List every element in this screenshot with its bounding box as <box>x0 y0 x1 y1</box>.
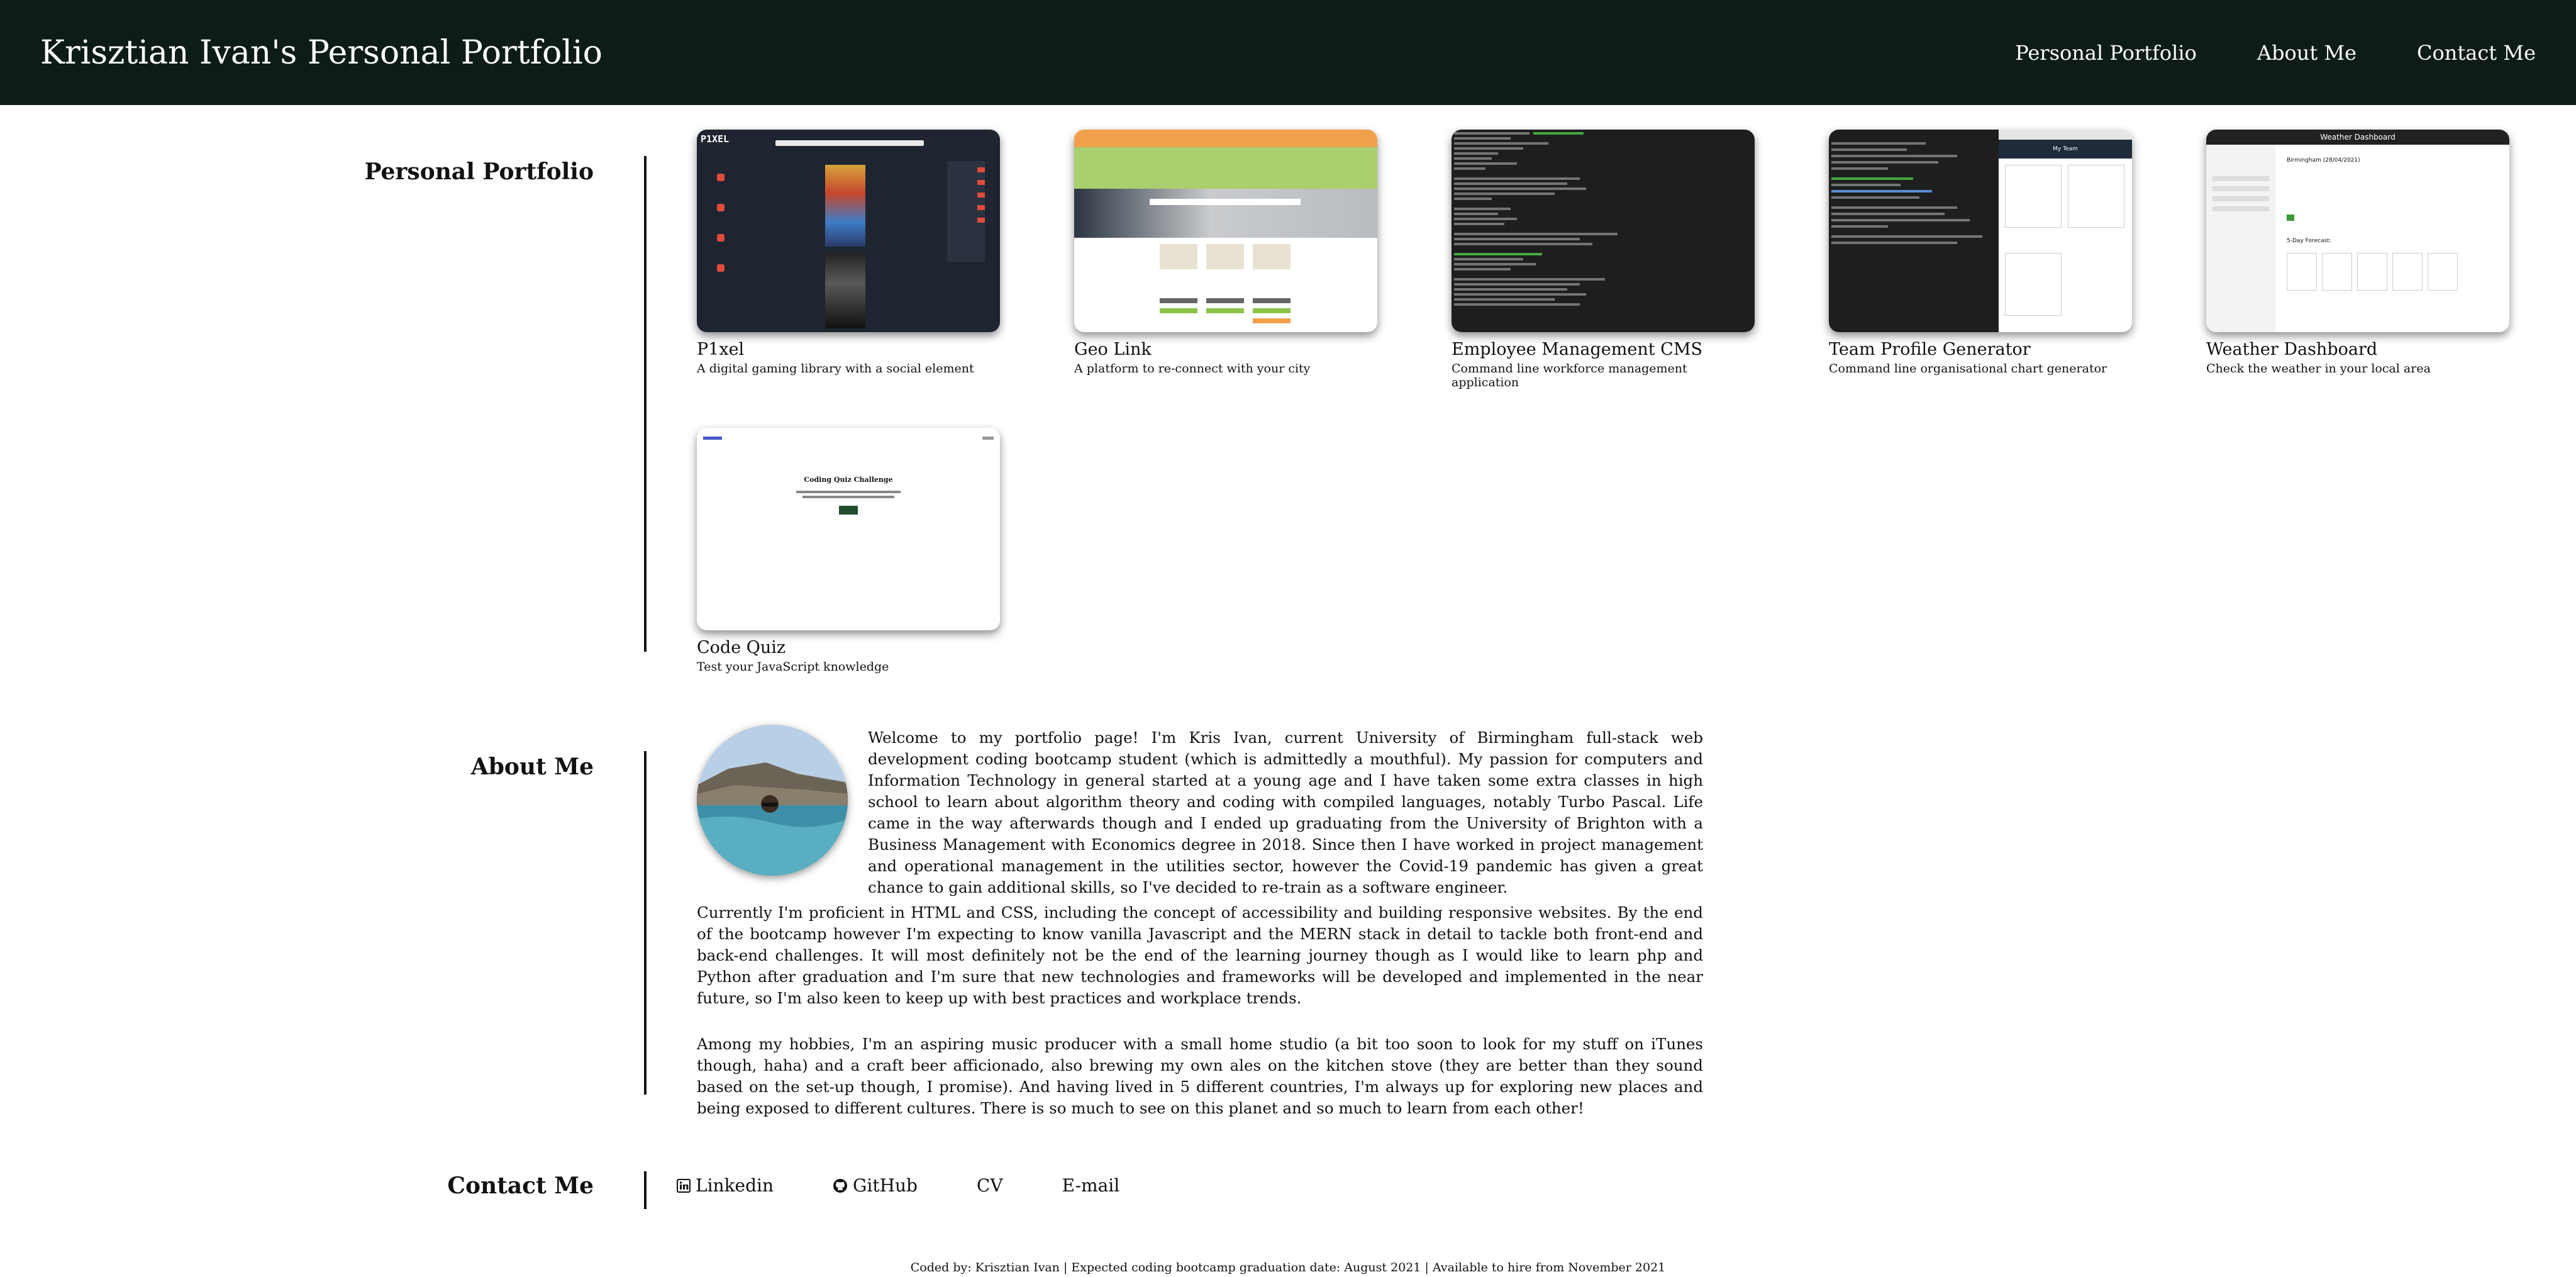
github-link[interactable]: GitHub <box>833 1175 918 1196</box>
project-description: Test your JavaScript knowledge <box>697 660 889 674</box>
site-footer: Coded by: Krisztian Ivan | Expected codi… <box>910 1261 1666 1274</box>
project-card-p1xel[interactable]: P1XEL P1xel A digital gaming library wit… <box>697 130 1000 376</box>
contact-heading: Contact Me <box>447 1173 594 1199</box>
project-thumbnail-weather-dashboard[interactable]: Weather Dashboard Birmingham (28/04/2021… <box>2206 130 2509 332</box>
project-card-geo-link[interactable]: Geo Link A platform to re-connect with y… <box>1074 130 1377 376</box>
profile-avatar <box>697 725 848 876</box>
contact-links: Linkedin GitHub CV E-mail <box>677 1175 1119 1196</box>
project-description: A digital gaming library with a social e… <box>697 362 974 376</box>
weather-thumb-city: Birmingham (28/04/2021) <box>2287 157 2360 164</box>
github-label: GitHub <box>853 1175 918 1196</box>
project-thumbnail-geo-link[interactable] <box>1074 130 1377 332</box>
team-profile-thumb-heading: My Team <box>1999 140 2132 159</box>
project-description: Command line workforce management applic… <box>1452 362 1687 389</box>
project-thumbnail-code-quiz[interactable]: Coding Quiz Challenge <box>697 428 1000 630</box>
project-card-weather-dashboard[interactable]: Weather Dashboard Birmingham (28/04/2021… <box>2206 130 2509 376</box>
github-icon <box>833 1178 848 1193</box>
project-card-employee-management-cms[interactable]: Employee Management CMS Command line wor… <box>1452 130 1755 389</box>
nav-personal-portfolio[interactable]: Personal Portfolio <box>2015 41 2197 65</box>
about-paragraph-3: Among my hobbies, I'm an aspiring music … <box>697 1035 1703 1117</box>
project-description: Command line organisational chart genera… <box>1829 362 2107 376</box>
project-card-team-profile-generator[interactable]: My Team Team Profile Generator Command l… <box>1829 130 2132 376</box>
about-heading: About Me <box>470 754 594 780</box>
project-title[interactable]: P1xel <box>697 340 1000 359</box>
portfolio-heading: Personal Portfolio <box>364 159 594 185</box>
project-title[interactable]: Team Profile Generator <box>1829 340 2132 359</box>
portfolio-divider <box>644 156 647 652</box>
nav-about-me[interactable]: About Me <box>2257 41 2357 65</box>
site-title: Krisztian Ivan's Personal Portfolio <box>40 33 602 72</box>
linkedin-icon <box>677 1178 691 1193</box>
about-divider <box>644 751 647 1095</box>
project-title[interactable]: Geo Link <box>1074 340 1377 359</box>
linkedin-label: Linkedin <box>696 1175 774 1196</box>
weather-thumb-heading: Weather Dashboard <box>2206 130 2509 145</box>
about-paragraph-2: Currently I'm proficient in HTML and CSS… <box>697 903 1703 1007</box>
project-title[interactable]: Weather Dashboard <box>2206 340 2509 359</box>
email-link[interactable]: E-mail <box>1062 1175 1120 1196</box>
project-title[interactable]: Employee Management CMS <box>1452 340 1755 359</box>
project-card-code-quiz[interactable]: Coding Quiz Challenge Code Quiz Test you… <box>697 428 1000 674</box>
main-nav: Personal Portfolio About Me Contact Me <box>2015 41 2536 65</box>
project-thumbnail-p1xel[interactable]: P1XEL <box>697 130 1000 332</box>
quiz-thumb-heading: Coding Quiz Challenge <box>804 476 893 484</box>
project-title[interactable]: Code Quiz <box>697 638 1000 657</box>
project-thumbnail-employee-management-cms[interactable] <box>1452 130 1755 332</box>
project-thumbnail-team-profile-generator[interactable]: My Team <box>1829 130 2132 332</box>
contact-divider <box>644 1171 647 1209</box>
linkedin-link[interactable]: Linkedin <box>677 1175 774 1196</box>
project-description: Check the weather in your local area <box>2206 362 2431 376</box>
cv-link[interactable]: CV <box>977 1175 1003 1196</box>
avatar-photo-icon <box>697 725 848 876</box>
nav-contact-me[interactable]: Contact Me <box>2417 41 2536 65</box>
weather-thumb-forecast-label: 5-Day Forecast: <box>2287 238 2331 244</box>
site-header: Krisztian Ivan's Personal Portfolio Pers… <box>0 0 2576 105</box>
about-paragraph-1: Welcome to my portfolio page! I'm Kris I… <box>868 728 1703 896</box>
p1xel-thumb-logo: P1XEL <box>701 133 730 145</box>
project-description: A platform to re-connect with your city <box>1074 362 1311 376</box>
